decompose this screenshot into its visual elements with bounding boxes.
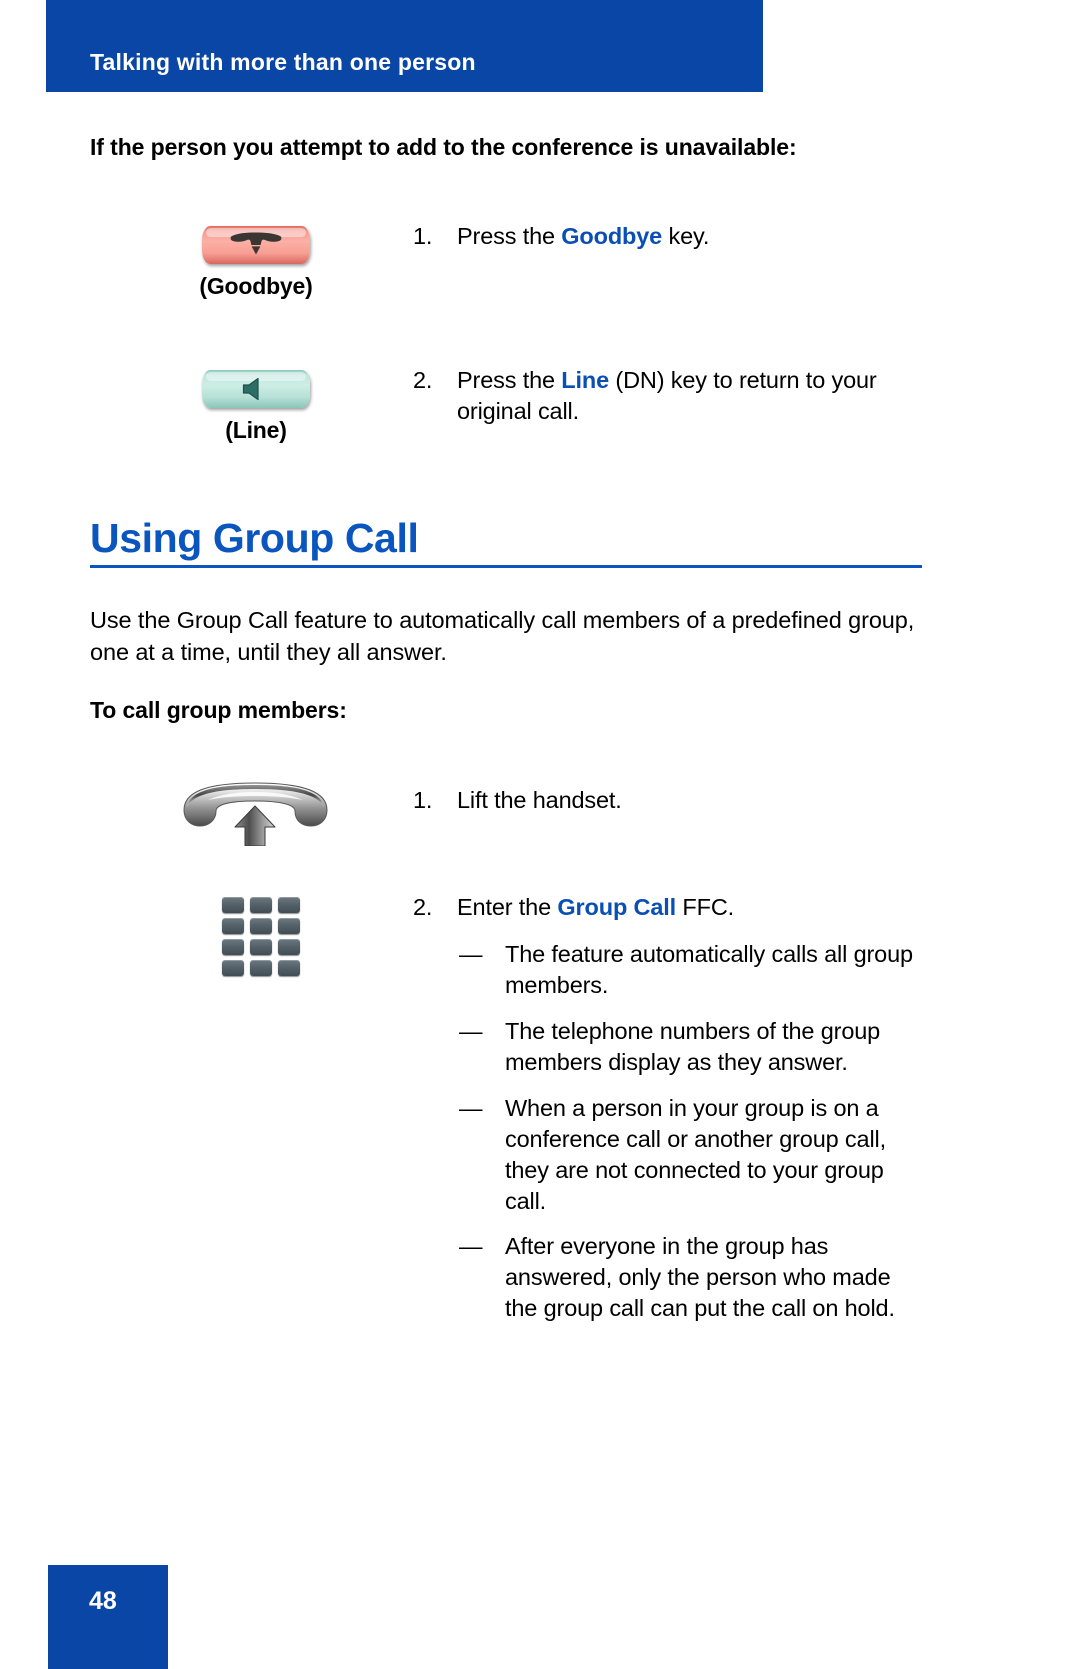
step-text: Enter the Group Call FFC. [457, 892, 933, 923]
running-header-bar: Talking with more than one person [46, 0, 763, 92]
keypad-key [250, 939, 272, 955]
keypad-key [250, 918, 272, 934]
step-number: 2. [413, 894, 433, 920]
line-key-label: (Line) [225, 417, 287, 443]
note-dash: — [459, 1095, 483, 1121]
step-text-post: key. [662, 223, 710, 249]
step-text: Press the Goodbye key. [457, 221, 933, 252]
goodbye-key-label: (Goodbye) [199, 273, 313, 299]
speaker-icon [202, 370, 310, 408]
note-dash: — [459, 1233, 483, 1259]
note-text: When a person in your group is on a conf… [505, 1095, 886, 1214]
keypad-key [222, 960, 244, 976]
step-press-line: 2. Press the Line (DN) key to return to … [413, 365, 933, 427]
note-item: — The telephone numbers of the group mem… [459, 1016, 929, 1078]
step-text-pre: Press the [457, 223, 562, 249]
lift-handset-icon [178, 780, 333, 851]
note-item: — After everyone in the group has answer… [459, 1231, 929, 1324]
step-keyword: Line [561, 367, 610, 393]
goodbye-key-cap [202, 226, 310, 264]
step-text: Press the Line (DN) key to return to you… [457, 365, 933, 427]
step-keyword: Group Call [557, 894, 677, 920]
keypad-key [222, 918, 244, 934]
line-key-graphic: (Line) [198, 370, 314, 444]
keypad-key [222, 939, 244, 955]
step-text-pre: Press the [457, 367, 562, 393]
keypad-key [250, 897, 272, 913]
step-number: 2. [413, 367, 433, 393]
unavailable-subheading: If the person you attempt to add to the … [90, 134, 797, 160]
note-text: The feature automatically calls all grou… [505, 941, 913, 998]
keypad-key [278, 960, 300, 976]
step-text-post: FFC. [676, 894, 735, 920]
step-text-pre: Enter the [457, 894, 558, 920]
step-enter-group-call-ffc: 2. Enter the Group Call FFC. [413, 892, 933, 923]
note-dash: — [459, 941, 483, 967]
note-dash: — [459, 1018, 483, 1044]
note-text: The telephone numbers of the group membe… [505, 1018, 881, 1075]
page-number: 48 [89, 1587, 117, 1615]
goodbye-key-graphic: (Goodbye) [198, 226, 314, 300]
keypad-key [250, 960, 272, 976]
keypad-key [278, 939, 300, 955]
handset-down-icon [202, 226, 310, 264]
note-item: — When a person in your group is on a co… [459, 1093, 929, 1217]
step-number: 1. [413, 223, 433, 249]
step-text: Lift the handset. [457, 787, 622, 813]
line-key-cap [202, 370, 310, 408]
step-press-goodbye: 1. Press the Goodbye key. [413, 221, 933, 252]
to-call-group-members-subheading: To call group members: [90, 697, 347, 723]
group-call-intro-paragraph: Use the Group Call feature to automatica… [90, 607, 915, 665]
dial-keypad-icon [222, 897, 300, 976]
section-heading-using-group-call: Using Group Call [90, 515, 419, 561]
note-item: — The feature automatically calls all gr… [459, 939, 929, 1001]
note-text: After everyone in the group has answered… [505, 1233, 895, 1321]
step-number: 1. [413, 787, 433, 813]
running-header-title: Talking with more than one person [90, 49, 476, 75]
page-number-box: 48 [48, 1565, 168, 1669]
keypad-key [278, 897, 300, 913]
step-lift-handset: 1. Lift the handset. [413, 785, 933, 816]
keypad-key [278, 918, 300, 934]
section-heading-rule [90, 565, 922, 568]
keypad-key [222, 897, 244, 913]
step-keyword: Goodbye [561, 223, 663, 249]
